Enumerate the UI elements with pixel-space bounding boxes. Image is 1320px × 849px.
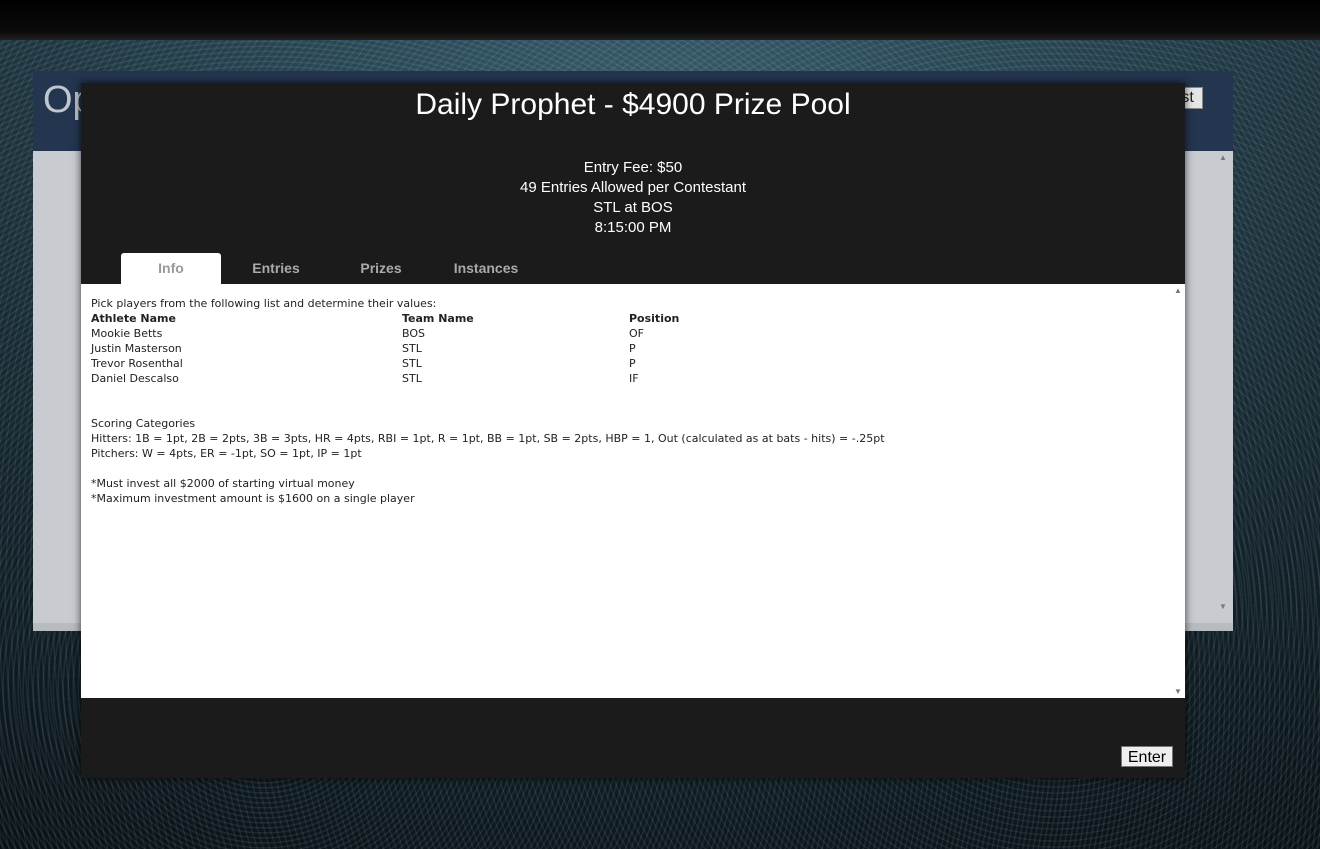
athlete-name: Mookie Betts: [91, 327, 163, 340]
scroll-down-arrow-icon[interactable]: ▼: [1174, 687, 1182, 696]
athlete-name: Justin Masterson: [91, 342, 182, 355]
athlete-name: Trevor Rosenthal: [91, 357, 183, 370]
matchup: STL at BOS: [593, 199, 673, 216]
athlete-position: OF: [629, 327, 644, 340]
contest-modal: Daily Prophet - $4900 Prize Pool Entry F…: [81, 83, 1185, 778]
hitters-scoring: Hitters: 1B = 1pt, 2B = 2pts, 3B = 3pts,…: [91, 432, 885, 445]
scoring-title: Scoring Categories: [91, 417, 196, 430]
top-bar: [0, 0, 1320, 40]
tab-instances[interactable]: Instances: [436, 253, 536, 284]
table-row: Justin Masterson STL P: [91, 341, 1161, 356]
info-tab-content: Pick players from the following list and…: [81, 284, 1171, 698]
athlete-table: Athlete Name Team Name Position Mookie B…: [91, 311, 1161, 386]
scroll-down-arrow-icon[interactable]: ▼: [1219, 602, 1227, 611]
intro-text: Pick players from the following list and…: [91, 297, 437, 310]
column-header-athlete: Athlete Name: [91, 312, 176, 325]
table-row: Trevor Rosenthal STL P: [91, 356, 1161, 371]
pitchers-scoring: Pitchers: W = 4pts, ER = -1pt, SO = 1pt,…: [91, 447, 362, 460]
athlete-position: P: [629, 342, 636, 355]
athlete-position: IF: [629, 372, 639, 385]
contest-details: Entry Fee: $50 49 Entries Allowed per Co…: [81, 158, 1185, 238]
scroll-up-arrow-icon[interactable]: ▲: [1174, 286, 1182, 295]
athlete-team: STL: [402, 342, 422, 355]
athlete-position: P: [629, 357, 636, 370]
athlete-team: STL: [402, 372, 422, 385]
table-row: Daniel Descalso STL IF: [91, 371, 1161, 386]
entries-allowed: 49 Entries Allowed per Contestant: [520, 179, 746, 196]
scroll-up-arrow-icon[interactable]: ▲: [1219, 153, 1227, 162]
content-vertical-scrollbar[interactable]: ▲ ▼: [1171, 284, 1185, 698]
tab-entries[interactable]: Entries: [226, 253, 326, 284]
rule-invest-all: *Must invest all $2000 of starting virtu…: [91, 477, 355, 490]
enter-button[interactable]: Enter: [1121, 746, 1173, 767]
column-header-team: Team Name: [402, 312, 474, 325]
tab-prizes[interactable]: Prizes: [331, 253, 431, 284]
background-vertical-scrollbar[interactable]: ▲ ▼: [1215, 151, 1233, 623]
game-time: 8:15:00 PM: [594, 219, 672, 236]
athlete-team: STL: [402, 357, 422, 370]
entry-fee: Entry Fee: $50: [583, 159, 683, 176]
modal-footer: [81, 698, 1185, 778]
athlete-team: BOS: [402, 327, 425, 340]
rule-max-investment: *Maximum investment amount is $1600 on a…: [91, 492, 415, 505]
table-header-row: Athlete Name Team Name Position: [91, 311, 1161, 326]
tab-info[interactable]: Info: [121, 253, 221, 284]
column-header-position: Position: [629, 312, 680, 325]
modal-title: Daily Prophet - $4900 Prize Pool: [415, 88, 851, 121]
athlete-name: Daniel Descalso: [91, 372, 179, 385]
table-row: Mookie Betts BOS OF: [91, 326, 1161, 341]
